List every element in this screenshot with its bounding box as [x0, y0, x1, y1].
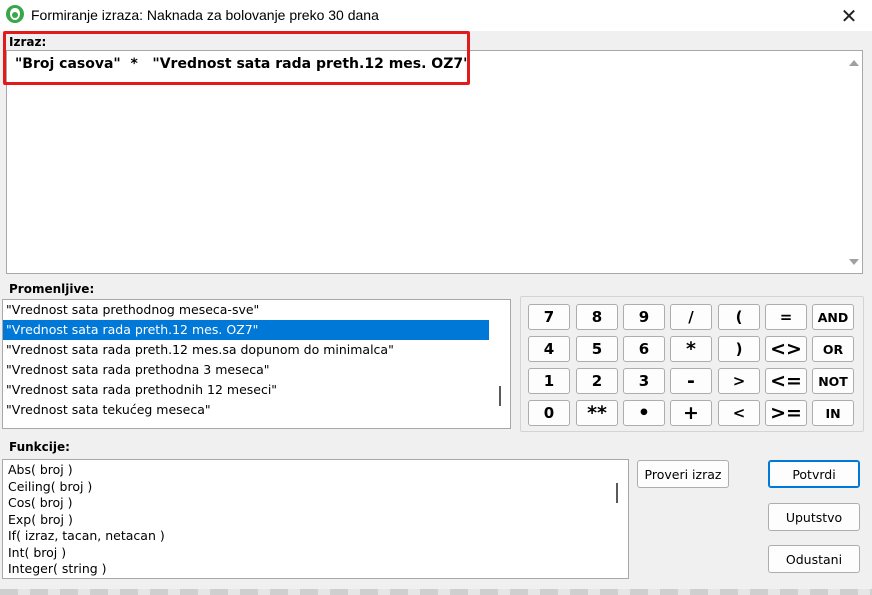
app-logo-icon	[6, 5, 24, 23]
scroll-up-arrow-icon[interactable]	[849, 60, 859, 66]
key-greater-than[interactable]: >	[718, 368, 760, 394]
key-not[interactable]: NOT	[812, 368, 854, 394]
key-1[interactable]: 1	[528, 368, 570, 394]
key-not-equal[interactable]: <>	[765, 336, 807, 362]
key-divide[interactable]: /	[670, 304, 712, 330]
confirm-button[interactable]: Potvrdi	[768, 460, 860, 488]
key-multiply[interactable]: *	[670, 336, 712, 362]
cancel-button[interactable]: Odustani	[768, 545, 860, 573]
key-2[interactable]: 2	[576, 368, 618, 394]
help-button[interactable]: Uputstvo	[768, 503, 860, 531]
key-open-paren[interactable]: (	[718, 304, 760, 330]
variable-item[interactable]: "Vrednost sata rada prethodnih 12 meseci…	[3, 380, 510, 400]
function-item[interactable]: Cos( broj )	[3, 495, 628, 512]
variables-scrollbar-thumb[interactable]	[499, 386, 501, 406]
functions-label: Funkcije:	[9, 440, 70, 454]
expression-editor[interactable]: "Broj casova" * "Vrednost sata rada pret…	[6, 50, 863, 274]
background-strip	[0, 589, 872, 595]
function-item[interactable]: Int( broj )	[3, 545, 628, 562]
window-title: Formiranje izraza: Naknada za bolovanje …	[31, 7, 379, 23]
functions-scrollbar-thumb[interactable]	[616, 483, 618, 503]
key-minus[interactable]: -	[670, 368, 712, 394]
key-4[interactable]: 4	[528, 336, 570, 362]
key-less-equal[interactable]: <=	[765, 368, 807, 394]
function-item[interactable]: Ceiling( broj )	[3, 479, 628, 496]
function-item[interactable]: If( izraz, tacan, netacan )	[3, 528, 628, 545]
variables-label: Promenljive:	[9, 282, 95, 296]
scroll-down-arrow-icon[interactable]	[849, 259, 859, 265]
key-plus[interactable]: +	[670, 400, 712, 426]
variable-item-selected[interactable]: "Vrednost sata rada preth.12 mes. OZ7"	[3, 320, 489, 340]
expression-label: Izraz:	[9, 35, 47, 49]
key-decimal-point[interactable]: •	[623, 400, 665, 426]
key-9[interactable]: 9	[623, 304, 665, 330]
close-button[interactable]: ✕	[826, 0, 872, 31]
key-or[interactable]: OR	[812, 336, 854, 362]
key-greater-equal[interactable]: >=	[765, 400, 807, 426]
key-power[interactable]: **	[576, 400, 618, 426]
variable-item[interactable]: "Vrednost sata tekućeg meseca"	[3, 400, 510, 420]
key-in[interactable]: IN	[812, 400, 854, 426]
title-bar: Formiranje izraza: Naknada za bolovanje …	[0, 0, 872, 31]
key-and[interactable]: AND	[812, 304, 854, 330]
variable-item[interactable]: "Vrednost sata prethodnog meseca-sve"	[3, 300, 510, 320]
key-7[interactable]: 7	[528, 304, 570, 330]
key-8[interactable]: 8	[576, 304, 618, 330]
expression-scrollbar[interactable]	[845, 51, 862, 273]
functions-list[interactable]: Abs( broj ) Ceiling( broj ) Cos( broj ) …	[2, 459, 629, 579]
function-item[interactable]: Integer( string )	[3, 561, 628, 578]
key-0[interactable]: 0	[528, 400, 570, 426]
operator-keypad: 7 8 9/(= AND 4 5 6 *) <> OR 1 2 3- > <= NOT 0 ** • + < >= IN	[520, 296, 864, 432]
check-expression-button[interactable]: Proveri izraz	[637, 460, 729, 488]
variable-item[interactable]: "Vrednost sata rada prethodna 3 meseca"	[3, 360, 510, 380]
key-less-than[interactable]: <	[718, 400, 760, 426]
function-item[interactable]: Abs( broj )	[3, 462, 628, 479]
variable-item[interactable]: "Vrednost sata rada preth.12 mes.sa dopu…	[3, 340, 510, 360]
key-6[interactable]: 6	[623, 336, 665, 362]
function-item[interactable]: Exp( broj )	[3, 512, 628, 529]
variables-list[interactable]: "Vrednost sata prethodnog meseca-sve" "V…	[2, 299, 511, 429]
expression-text[interactable]: "Broj casova" * "Vrednost sata rada pret…	[15, 56, 470, 72]
key-close-paren[interactable]: )	[718, 336, 760, 362]
key-5[interactable]: 5	[576, 336, 618, 362]
key-3[interactable]: 3	[623, 368, 665, 394]
key-equals[interactable]: =	[765, 304, 807, 330]
